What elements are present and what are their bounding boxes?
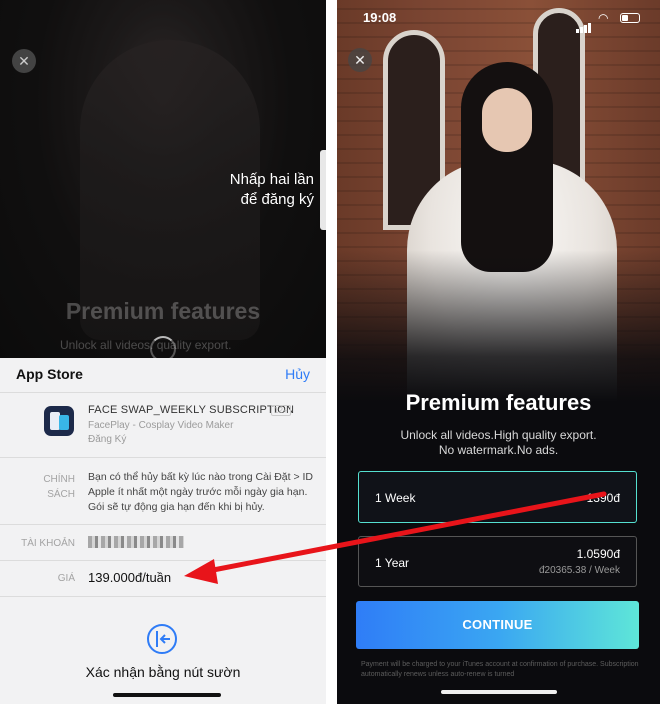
age-rating-badge: 12+ (271, 405, 291, 416)
divider (0, 457, 326, 458)
policy-text: Bạn có thể hủy bất kỳ lúc nào trong Cài … (88, 471, 314, 513)
cancel-button[interactable]: Hủy (285, 366, 310, 382)
app-name: FacePlay - Cosplay Video Maker (88, 420, 234, 431)
plan-option-week[interactable]: 1 Week 1390đ (358, 471, 637, 523)
close-icon[interactable]: ✕ (348, 48, 372, 72)
signal-icon (576, 15, 592, 33)
sheet-header: App Store Hủy (0, 358, 326, 392)
premium-title: Premium features (405, 390, 592, 415)
unlock-text-dimmed: Unlock all videos. quality export. (60, 338, 232, 352)
purchase-kind: Đăng Ký (88, 434, 127, 445)
plan-name: 1 Week (375, 491, 416, 505)
plan-price: 1.0590đ (576, 547, 620, 561)
double-click-hint: Nhấp hai lần để đăng ký (230, 170, 314, 210)
premium-title-dimmed: Premium features (65, 298, 261, 324)
home-indicator (441, 690, 557, 694)
divider (0, 392, 326, 393)
divider (0, 524, 326, 525)
side-button-indicator (320, 150, 326, 230)
status-time: 19:08 (363, 10, 397, 25)
premium-subtitle-line2: No watermark.No ads. (438, 443, 559, 457)
status-icons: ◠ (576, 11, 646, 33)
side-button-confirm-icon (147, 624, 177, 654)
plan-name: 1 Year (375, 556, 410, 570)
account-value-blurred (88, 536, 184, 548)
sheet-title: App Store (16, 366, 83, 382)
policy-label: CHÍNH SÁCH (43, 474, 75, 500)
plan-price: 1390đ (586, 491, 620, 505)
fine-print: Payment will be charged to your iTunes a… (361, 661, 639, 678)
plan-option-year[interactable]: 1 Year 1.0590đ đ20365.38 / Week (358, 536, 637, 587)
close-icon[interactable]: ✕ (12, 49, 36, 73)
person-face (482, 88, 532, 152)
plan-per-week-price: đ20365.38 / Week (539, 565, 620, 576)
battery-icon (620, 13, 640, 23)
wifi-icon: ◠ (598, 11, 609, 25)
left-phone-screen: ✕ Nhấp hai lần để đăng ký Premium featur… (0, 0, 326, 704)
account-label: TÀI KHOẢN (21, 538, 75, 549)
double-click-hint-line1: Nhấp hai lần (229, 171, 314, 188)
price-value: 139.000đ/tuần (88, 570, 172, 585)
price-label: GIÁ (57, 573, 75, 584)
double-click-hint-line2: để đăng ký (240, 191, 314, 208)
app-icon (44, 406, 74, 436)
subscription-name: FACE SWAP_WEEKLY SUBSCRIPTION (88, 404, 295, 416)
confirm-with-side-button-text: Xác nhận bằng nút sườn (85, 664, 241, 680)
premium-subtitle-line1: Unlock all videos.High quality export. (400, 428, 597, 442)
divider (0, 560, 326, 561)
divider (0, 596, 326, 597)
home-indicator (113, 693, 221, 697)
background-photo (337, 0, 660, 402)
right-phone-screen: 19:08 ◠ ✕ Premium features Unlock all vi… (337, 0, 660, 704)
app-store-payment-sheet: App Store Hủy FACE SWAP_WEEKLY SUBSCRIPT… (0, 358, 326, 704)
continue-button[interactable]: CONTINUE (356, 601, 639, 649)
